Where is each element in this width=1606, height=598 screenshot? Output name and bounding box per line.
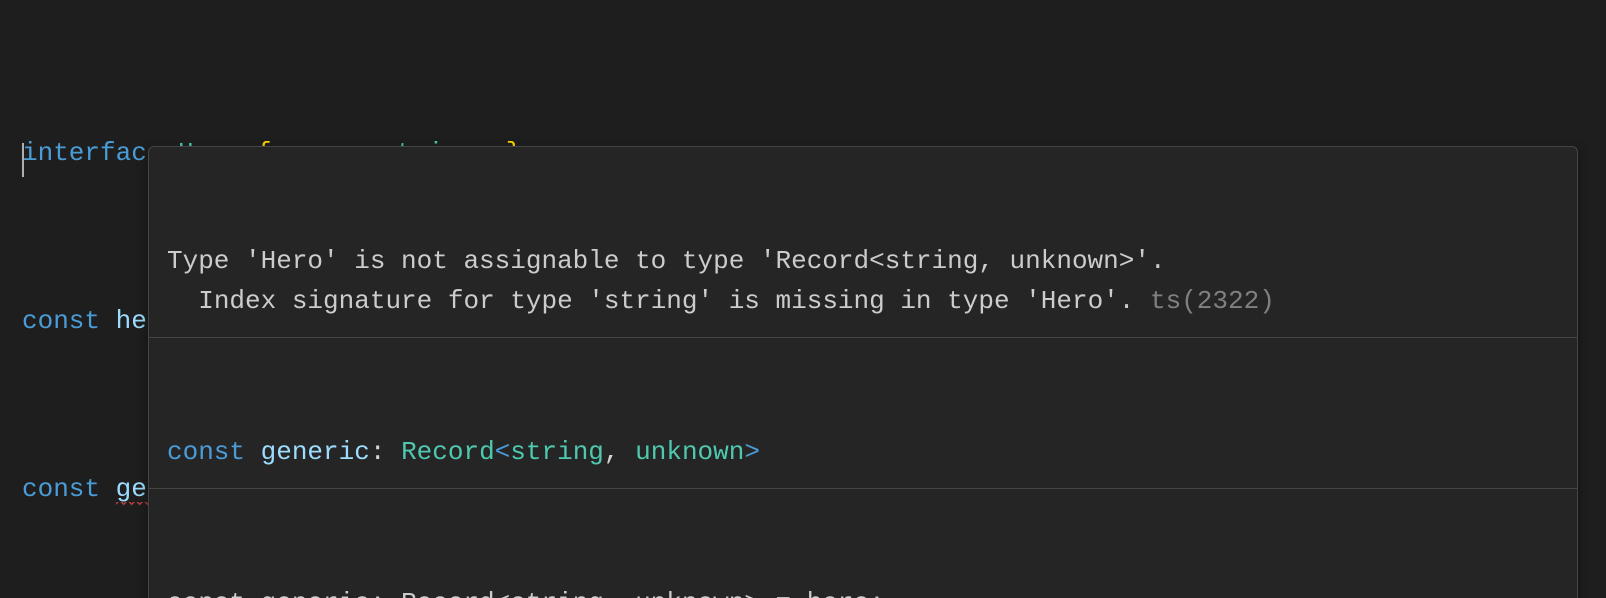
error-code: ts(2322) <box>1150 286 1275 316</box>
type-string: string <box>510 437 604 467</box>
comma: , <box>604 437 620 467</box>
colon: : <box>370 437 386 467</box>
keyword-const: const <box>22 306 100 336</box>
keyword-const: const <box>22 474 100 504</box>
type-record: Record <box>401 437 495 467</box>
hover-source-section: const generic: Record<string, unknown> =… <box>149 569 1577 598</box>
angle-close: > <box>744 437 760 467</box>
angle-open: < <box>495 437 511 467</box>
hover-decl-section: const generic: Record<string, unknown> <box>149 418 1577 489</box>
hover-error-section: Type 'Hero' is not assignable to type 'R… <box>149 227 1577 338</box>
source-line: const generic: Record<string, unknown> =… <box>167 588 885 598</box>
type-unknown: unknown <box>635 437 744 467</box>
error-message-line1: Type 'Hero' is not assignable to type 'R… <box>167 246 1166 276</box>
cursor <box>22 143 24 177</box>
hover-tooltip[interactable]: Type 'Hero' is not assignable to type 'R… <box>148 146 1578 598</box>
error-message-line2: Index signature for type 'string' is mis… <box>167 286 1134 316</box>
keyword-const: const <box>167 437 245 467</box>
var-generic: generic <box>261 437 370 467</box>
code-editor[interactable]: interface Hero { name: string; } const h… <box>0 0 1606 598</box>
keyword-interface: interface <box>22 138 162 168</box>
